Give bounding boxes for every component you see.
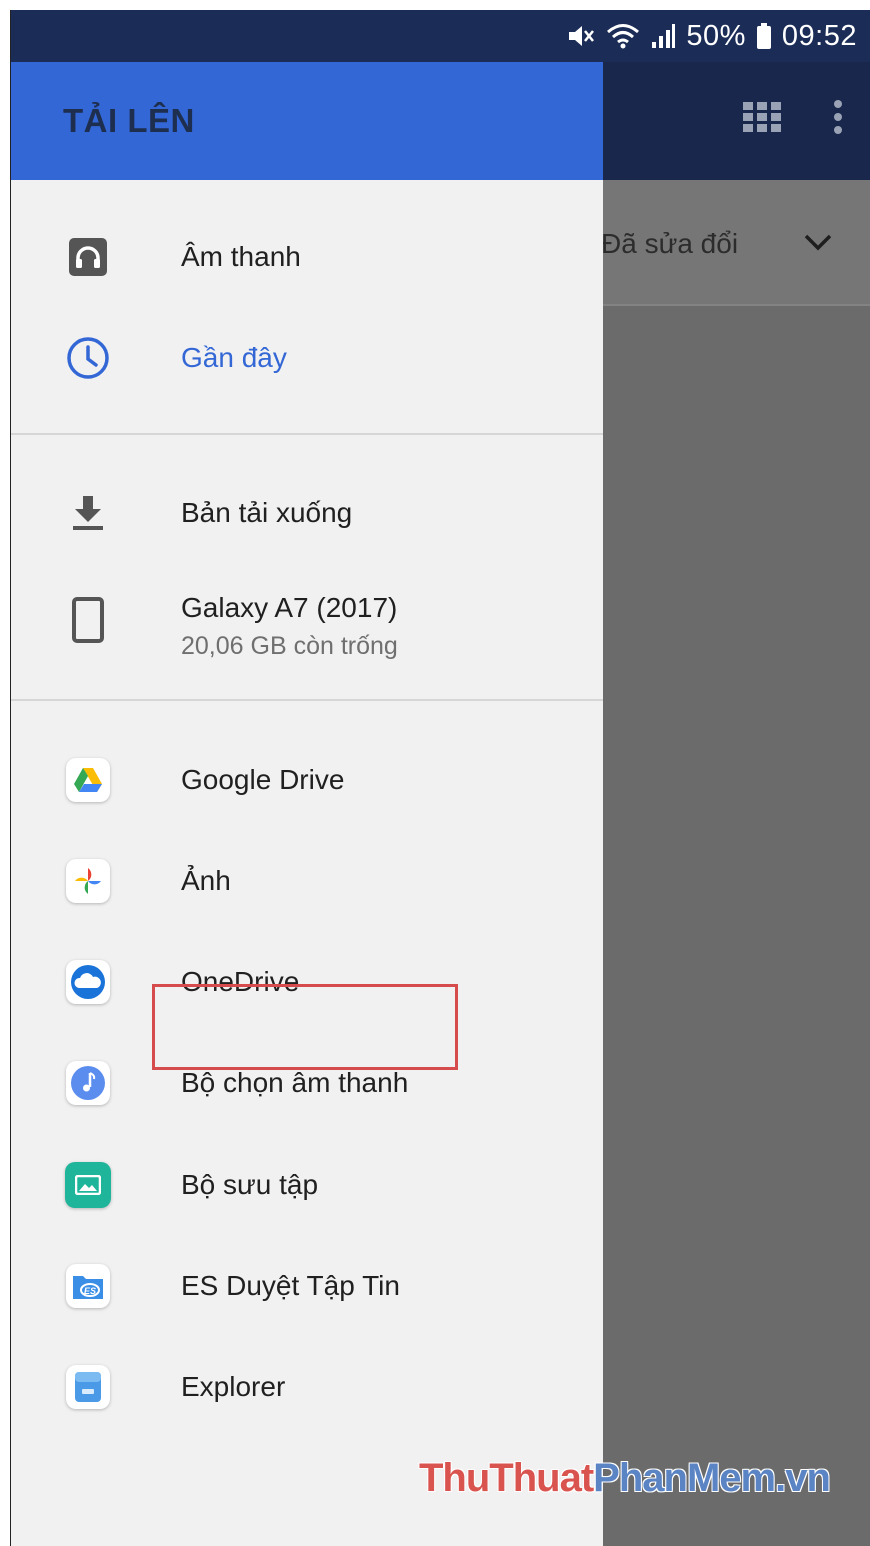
watermark-part2: PhanMem.vn — [593, 1456, 831, 1500]
drawer-item-label: Bộ chọn âm thanh — [181, 1067, 409, 1098]
drawer-item-downloads[interactable]: Bản tải xuống — [11, 468, 603, 558]
drawer-item-label: Bộ sưu tập — [181, 1169, 319, 1200]
storage-free-label: 20,06 GB còn trống — [181, 632, 398, 660]
google-photos-badge — [61, 854, 115, 908]
clock-time: 09:52 — [781, 19, 857, 52]
chevron-down-icon[interactable] — [803, 232, 833, 257]
drawer-item-label: Gần đây — [181, 342, 287, 373]
headphones-icon — [61, 230, 115, 284]
drawer-item-recent[interactable]: Gần đây — [11, 313, 603, 403]
drawer-item-label: Âm thanh — [181, 241, 301, 272]
gallery-icon — [65, 1162, 111, 1208]
divider — [11, 433, 603, 435]
clock-icon — [61, 331, 115, 385]
es-file-explorer-badge: ES — [61, 1259, 115, 1313]
drawer-item-label: Bản tải xuống — [181, 497, 353, 528]
battery-icon — [756, 22, 772, 50]
navigation-drawer: TẢI LÊN Âm thanh Gần đây Bản tải xuống G… — [11, 62, 603, 1546]
watermark-part1: ThuThuat — [419, 1456, 594, 1500]
more-options-icon[interactable] — [833, 100, 843, 139]
sound-picker-badge — [61, 1056, 115, 1110]
drawer-item-label: Explorer — [181, 1371, 286, 1402]
drawer-item-label: Ảnh — [181, 865, 231, 896]
drawer-header: TẢI LÊN — [11, 62, 603, 180]
drawer-item-device-storage[interactable]: Galaxy A7 (2017) 20,06 GB còn trống — [11, 570, 603, 670]
drawer-item-photos[interactable]: Ảnh — [11, 836, 603, 926]
google-drive-icon — [66, 758, 110, 802]
google-photos-icon — [66, 859, 110, 903]
watermark: ThuThuatPhanMem.vn — [419, 1456, 831, 1501]
drawer-item-label: Galaxy A7 (2017) — [181, 592, 398, 623]
onedrive-badge — [61, 955, 115, 1009]
wifi-icon — [606, 22, 640, 50]
drawer-item-google-drive[interactable]: Google Drive — [11, 735, 603, 825]
mute-icon — [566, 22, 596, 50]
phone-screen: 50% 09:52 Đã sửa đổi TẢI LÊN Âm thanh Gầ… — [10, 10, 870, 1546]
es-file-explorer-icon: ES — [66, 1264, 110, 1308]
sort-label[interactable]: Đã sửa đổi — [601, 228, 738, 260]
drawer-item-explorer[interactable]: Explorer — [11, 1342, 603, 1432]
explorer-icon — [66, 1365, 110, 1409]
onedrive-icon — [66, 960, 110, 1004]
grid-view-icon[interactable] — [743, 102, 781, 137]
battery-percent: 50% — [686, 19, 746, 52]
drawer-item-audio[interactable]: Âm thanh — [11, 212, 603, 302]
drawer-item-label: Google Drive — [181, 764, 345, 795]
background-app-actions — [743, 100, 843, 139]
drawer-item-es-file-explorer[interactable]: ES ES Duyệt Tập Tin — [11, 1241, 603, 1331]
drawer-item-gallery[interactable]: Bộ sưu tập — [11, 1140, 603, 1230]
divider — [11, 699, 603, 701]
music-note-icon — [66, 1061, 110, 1105]
download-icon — [61, 486, 115, 540]
status-bar: 50% 09:52 — [11, 10, 870, 62]
gallery-badge — [61, 1158, 115, 1212]
phone-icon — [61, 593, 115, 647]
google-drive-badge — [61, 753, 115, 807]
explorer-badge — [61, 1360, 115, 1414]
highlight-box — [152, 984, 458, 1070]
svg-text:ES: ES — [84, 1286, 96, 1296]
drawer-title: TẢI LÊN — [63, 102, 195, 139]
drawer-item-label: ES Duyệt Tập Tin — [181, 1270, 400, 1301]
signal-icon — [650, 22, 676, 50]
